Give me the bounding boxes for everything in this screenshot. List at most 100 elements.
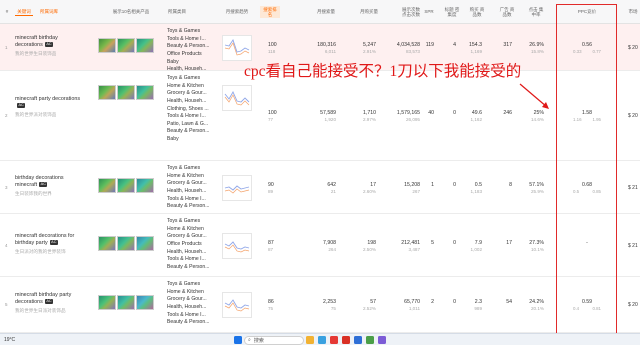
- click-share-value: 24.2%: [529, 299, 544, 305]
- top-products: [98, 295, 154, 310]
- keyword-cell[interactable]: minecraft party decorationsAC 我的世界派对装饰品: [15, 96, 85, 118]
- category-item: Home & Kitchen: [167, 225, 204, 232]
- category-item: Health, Househ...: [167, 97, 207, 104]
- keyword-cell[interactable]: minecraft birthday decorations AC 我的世界生日装饰…: [15, 35, 85, 57]
- trend-sparkline[interactable]: [222, 175, 252, 201]
- category-item: Tools & Home I...: [167, 256, 206, 263]
- category-item: Health, Househ...: [167, 187, 207, 194]
- header-rank[interactable]: 搜索排名: [260, 0, 280, 24]
- top-products: [98, 236, 154, 251]
- impressions-sub: 1,011: [408, 306, 420, 312]
- weather-widget[interactable]: 19°C: [4, 334, 15, 345]
- trend-lines: [224, 38, 250, 56]
- header-title-density[interactable]: 标题 密集度: [444, 0, 460, 24]
- product-thumbnail[interactable]: [98, 38, 116, 53]
- keyword-link[interactable]: minecraft party decorations: [15, 96, 80, 102]
- rank-value: 100: [268, 42, 277, 48]
- product-thumbnail[interactable]: [117, 178, 135, 193]
- category-item: Toys & Games: [167, 28, 201, 34]
- click-share-sub: 14.6%: [530, 117, 544, 123]
- product-thumbnail[interactable]: [117, 38, 135, 53]
- header-ad-count[interactable]: 广告 商品数: [499, 0, 515, 24]
- app-icon-3[interactable]: [366, 336, 374, 344]
- header-monthly-search[interactable]: 月搜索量: [313, 0, 339, 24]
- table-row[interactable]: 4 minecraft decorations for birthday part…: [0, 214, 640, 277]
- rank-sub: 89: [268, 189, 274, 195]
- impressions-value: 1,579,165: [396, 110, 420, 116]
- pdf-app-icon[interactable]: [342, 336, 350, 344]
- keyword-cell[interactable]: minecraft decorations for birthday party…: [15, 233, 85, 255]
- category-list: Toys & Games Home & Kitchen Grocery & Gour…: [167, 165, 211, 211]
- monthly-purchase-value: 17: [370, 182, 376, 188]
- product-thumbnail[interactable]: [136, 38, 154, 53]
- product-thumbnail[interactable]: [98, 236, 116, 251]
- product-thumbnail[interactable]: [117, 295, 135, 310]
- category-item: Home & Kitchen: [167, 82, 204, 89]
- category-list: Toys & Games Home & Kitchen Grocery & Gour…: [167, 281, 211, 327]
- product-thumbnail[interactable]: [136, 295, 154, 310]
- keyword-link[interactable]: minecraft decorations for birthday party: [15, 233, 74, 246]
- header-monthly-purchase[interactable]: 月购买量: [356, 0, 382, 24]
- monthly-purchase-sub: 2.97%: [362, 117, 376, 123]
- product-thumbnail[interactable]: [117, 85, 135, 100]
- table-row[interactable]: 5 minecraft birthday party decorations AC 我…: [0, 277, 640, 333]
- impressions-value: 212,481: [401, 240, 420, 246]
- trend-sparkline[interactable]: [222, 292, 252, 318]
- header-impressions[interactable]: 展示次数 点击次数: [400, 0, 422, 24]
- header-click-share[interactable]: 点击 集中率: [527, 0, 545, 24]
- keyword-cell[interactable]: birthday decorations minecraft AC 生日装饰我的世界: [15, 175, 85, 197]
- file-explorer-icon[interactable]: [306, 336, 314, 344]
- spr: 2: [420, 299, 434, 306]
- product-thumbnail[interactable]: [98, 178, 116, 193]
- header-keyword[interactable]: 关键词: [14, 0, 34, 24]
- trend-sparkline[interactable]: [222, 35, 252, 61]
- category-item: Baby: [167, 58, 179, 65]
- product-count: 7.9 1,002: [464, 240, 483, 253]
- row-index: 3: [5, 185, 8, 190]
- trend-sparkline[interactable]: [222, 85, 252, 111]
- table-row[interactable]: 3 birthday decorations minecraft AC 生日装饰我的世…: [0, 161, 640, 214]
- monthly-search-value: 57,589: [320, 110, 336, 116]
- category-item: Office Products: [167, 50, 202, 57]
- category-item: Clothing, Shoes ...: [167, 105, 209, 112]
- keyword-link[interactable]: minecraft birthday party decorations: [15, 292, 71, 305]
- spr-value: 5: [431, 240, 434, 246]
- start-icon[interactable]: [234, 336, 242, 344]
- trend-lines: [224, 299, 250, 312]
- header-spr[interactable]: SPR: [422, 0, 436, 24]
- monthly-search-sub: 1,920: [324, 117, 337, 123]
- monthly-purchase: 17 2.60%: [346, 182, 376, 195]
- product-count-sub: 1,162: [470, 117, 483, 123]
- app-icon-2[interactable]: [354, 336, 362, 344]
- header-product-count[interactable]: 购买 商品数: [468, 0, 486, 24]
- ad-count-value: 246: [503, 110, 512, 116]
- edge-icon[interactable]: [318, 336, 326, 344]
- title-density-value: 0: [453, 182, 456, 188]
- table-row[interactable]: 2 minecraft party decorationsAC 我的世界派对装饰品 T…: [0, 71, 640, 161]
- weather-text: 19°C: [4, 337, 16, 343]
- trend-sparkline[interactable]: [222, 233, 252, 259]
- taskbar-search[interactable]: ⌕ 搜索: [244, 335, 304, 345]
- category-item: Office Products: [167, 240, 202, 247]
- impressions-sub: 26,095: [405, 117, 420, 123]
- app-icon[interactable]: [330, 336, 338, 344]
- product-count: 154.3 1,169: [464, 42, 482, 55]
- app-icon-4[interactable]: [378, 336, 386, 344]
- product-thumbnail[interactable]: [117, 236, 135, 251]
- product-thumbnail[interactable]: [98, 295, 116, 310]
- rank-cell: 87 87: [268, 240, 288, 253]
- spr: 1: [420, 182, 434, 189]
- keyword-translation: 生日派对的我的世界装饰: [15, 248, 66, 254]
- rank-cell: 90 89: [268, 182, 288, 195]
- header-related-word[interactable]: 所属词库: [36, 0, 62, 24]
- product-thumbnail[interactable]: [136, 236, 154, 251]
- category-item: Grocery & Gour...: [167, 233, 207, 240]
- monthly-purchase-value: 57: [370, 299, 376, 305]
- product-thumbnail[interactable]: [136, 178, 154, 193]
- product-thumbnail[interactable]: [98, 85, 116, 100]
- ad-count: 17: [498, 240, 512, 247]
- product-thumbnail[interactable]: [136, 85, 154, 100]
- monthly-purchase-sub: 2.52%: [362, 306, 376, 312]
- taskbar: 19°C ⌕ 搜索: [0, 333, 640, 345]
- keyword-cell[interactable]: minecraft birthday party decorations AC 我的…: [15, 292, 85, 314]
